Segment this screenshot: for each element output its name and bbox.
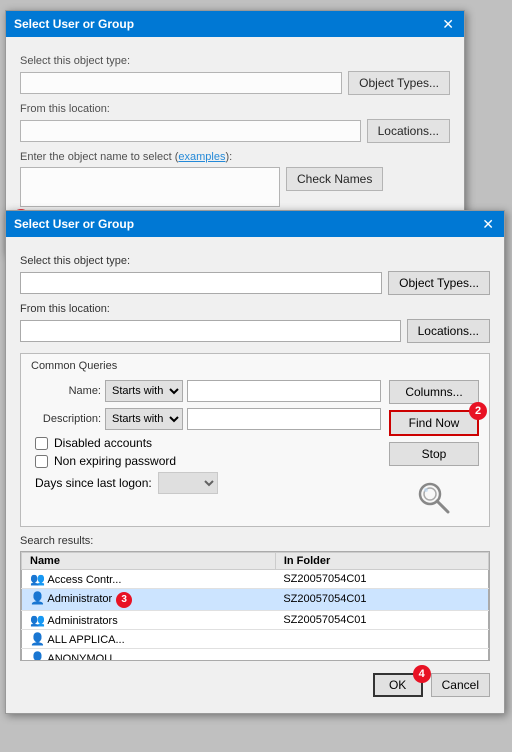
description-query-row: Description: Starts with (31, 408, 381, 430)
search-results-section: Search results: Name In Folder 👥 Access … (20, 535, 490, 661)
name-query-row: Name: Starts with (31, 380, 381, 402)
description-label: Description: (31, 413, 101, 425)
dialog2-location-label: From this location: (20, 303, 490, 315)
dialog2-locations-button[interactable]: Locations... (407, 319, 490, 343)
badge-4: 4 (413, 665, 431, 683)
badge-3: 3 (116, 592, 132, 608)
description-filter-dropdown[interactable]: Starts with (105, 408, 183, 430)
dialog2-close-button[interactable]: ✕ (480, 217, 496, 231)
result-name-cell: 👥 Administrators (22, 610, 276, 629)
results-scroll-area[interactable]: Name In Folder 👥 Access Contr...SZ200570… (20, 551, 490, 661)
dialog1-location-input[interactable]: SZ20057054C01 (20, 120, 361, 142)
common-queries-title: Common Queries (31, 360, 479, 372)
dialog2-location-input[interactable]: SZ20057054C01 (20, 320, 401, 342)
result-name-cell: 👥 Access Contr... (22, 570, 276, 589)
columns-button[interactable]: Columns... (389, 380, 479, 404)
row-icon: 👤 (30, 632, 45, 646)
dialog2-cancel-button[interactable]: Cancel (431, 673, 490, 697)
dialog1-examples-link[interactable]: examples (178, 151, 225, 163)
table-row[interactable]: 👥 AdministratorsSZ20057054C01 (22, 610, 489, 629)
name-filter-dropdown[interactable]: Starts with (105, 380, 183, 402)
search-icon-area (389, 480, 479, 516)
non-expiring-password-checkbox[interactable] (35, 455, 48, 468)
row-icon: 👥 (30, 613, 45, 627)
days-since-logon-label: Days since last logon: (35, 476, 152, 490)
results-table: Name In Folder 👥 Access Contr...SZ200570… (21, 552, 489, 661)
row-icon: 👥 (30, 572, 45, 586)
dialog1-name-area[interactable] (20, 167, 280, 207)
dialog-select-user-group-2: Select User or Group ✕ Select this objec… (5, 210, 505, 714)
left-queries-panel: Name: Starts with Description: Starts wi… (31, 380, 381, 516)
disabled-accounts-label: Disabled accounts (54, 436, 152, 450)
dialog2-object-type-label: Select this object type: (20, 255, 490, 267)
dialog2-object-type-input[interactable]: User, Group, or Built-in security princi… (20, 272, 382, 294)
table-row[interactable]: 👥 Access Contr...SZ20057054C01 (22, 570, 489, 589)
dialog1-close-button[interactable]: ✕ (440, 17, 456, 31)
search-results-label: Search results: (20, 535, 490, 547)
name-filter-input[interactable] (187, 380, 381, 402)
dialog2-object-types-button[interactable]: Object Types... (388, 271, 490, 295)
result-name-cell: 👤 ANONYMOU... (22, 648, 276, 661)
common-queries-section: Common Queries Name: Starts with Descrip… (20, 353, 490, 527)
row-icon: 👤 (30, 651, 45, 662)
dialog1-title: Select User or Group (14, 17, 134, 31)
dialog1-object-type-input[interactable]: User, Group, or Built-in security princi… (20, 72, 342, 94)
right-panel: Columns... Find Now 2 Stop (389, 380, 479, 516)
dialog1-enter-name-label: Enter the object name to select (example… (20, 151, 450, 163)
badge-2: 2 (469, 402, 487, 420)
disabled-accounts-checkbox[interactable] (35, 437, 48, 450)
find-now-button[interactable]: Find Now (389, 410, 479, 436)
days-since-logon-dropdown[interactable] (158, 472, 218, 494)
dialog1-object-types-button[interactable]: Object Types... (348, 71, 450, 95)
result-name-cell: 👤 ALL APPLICA... (22, 629, 276, 648)
disabled-accounts-row: Disabled accounts (31, 436, 381, 450)
table-row[interactable]: 👤 Administrator3SZ20057054C01 (22, 589, 489, 611)
name-label: Name: (31, 385, 101, 397)
non-expiring-password-label: Non expiring password (54, 454, 176, 468)
result-folder-cell (275, 629, 488, 648)
row-icon: 👤 (30, 591, 45, 605)
non-expiring-password-row: Non expiring password (31, 454, 381, 468)
result-folder-cell: SZ20057054C01 (275, 570, 488, 589)
dialog2-footer: OK 4 Cancel (20, 669, 490, 701)
dialog2-title: Select User or Group (14, 217, 134, 231)
result-folder-cell: SZ20057054C01 (275, 589, 488, 611)
description-filter-input[interactable] (187, 408, 381, 430)
dialog1-object-type-label: Select this object type: (20, 55, 450, 67)
result-folder-cell (275, 648, 488, 661)
magnifier-icon (416, 480, 452, 516)
col-name-header: Name (22, 553, 276, 570)
dialog1-locations-button[interactable]: Locations... (367, 119, 450, 143)
table-row[interactable]: 👤 ANONYMOU... (22, 648, 489, 661)
result-name-cell: 👤 Administrator3 (22, 589, 276, 611)
stop-button[interactable]: Stop (389, 442, 479, 466)
dialog1-location-label: From this location: (20, 103, 450, 115)
col-folder-header: In Folder (275, 553, 488, 570)
table-row[interactable]: 👤 ALL APPLICA... (22, 629, 489, 648)
dialog2-titlebar: Select User or Group ✕ (6, 211, 504, 237)
dialog1-check-names-button[interactable]: Check Names (286, 167, 383, 191)
result-folder-cell: SZ20057054C01 (275, 610, 488, 629)
dialog1-titlebar: Select User or Group ✕ (6, 11, 464, 37)
days-since-logon-row: Days since last logon: (31, 472, 381, 494)
